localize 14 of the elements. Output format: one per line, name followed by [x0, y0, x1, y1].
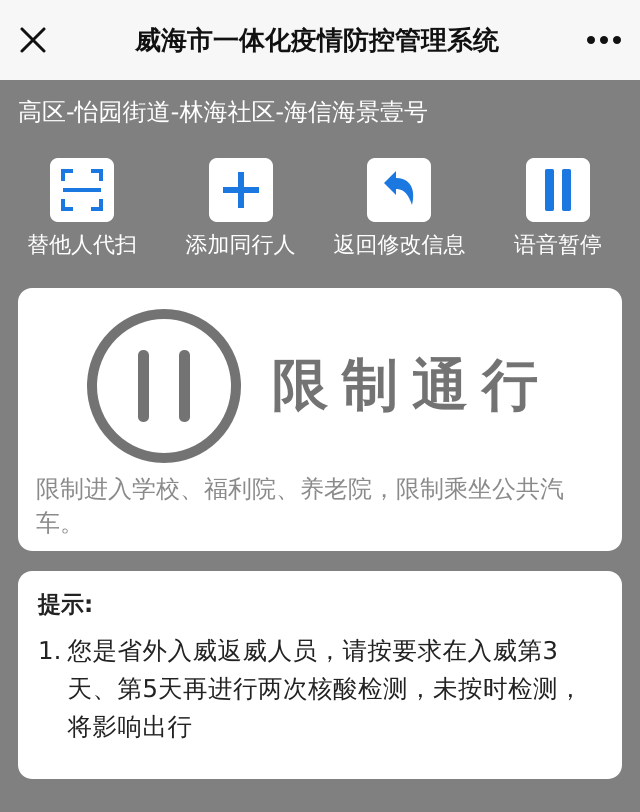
location-text: 高区-怡园街道-林海社区-海信海景壹号 [18, 98, 428, 126]
pause-circle-icon [86, 308, 242, 464]
status-description: 限制进入学校、福利院、养老院，限制乘坐公共汽车。 [36, 474, 565, 539]
tip-text: 您是省外入威返威人员，请按要求在入威第3天、第5天再进行两次核酸检测，未按时检测，将影响出行 [67, 635, 584, 743]
action-button[interactable]: 添加同行人 [164, 158, 317, 268]
status-title: 限制通行 [272, 352, 552, 420]
more-icon[interactable] [586, 35, 622, 45]
window-title: 威海市一体化疫情防控管理系统 [134, 24, 500, 58]
action-button[interactable]: 语音暂停 [482, 158, 634, 268]
tips-heading: 提示: [38, 591, 94, 620]
action-button[interactable]: 返回修改信息 [323, 158, 476, 268]
action-button[interactable]: 替他人代扫 [6, 158, 158, 268]
list-number: 1. [38, 635, 62, 667]
close-icon[interactable] [18, 25, 48, 55]
